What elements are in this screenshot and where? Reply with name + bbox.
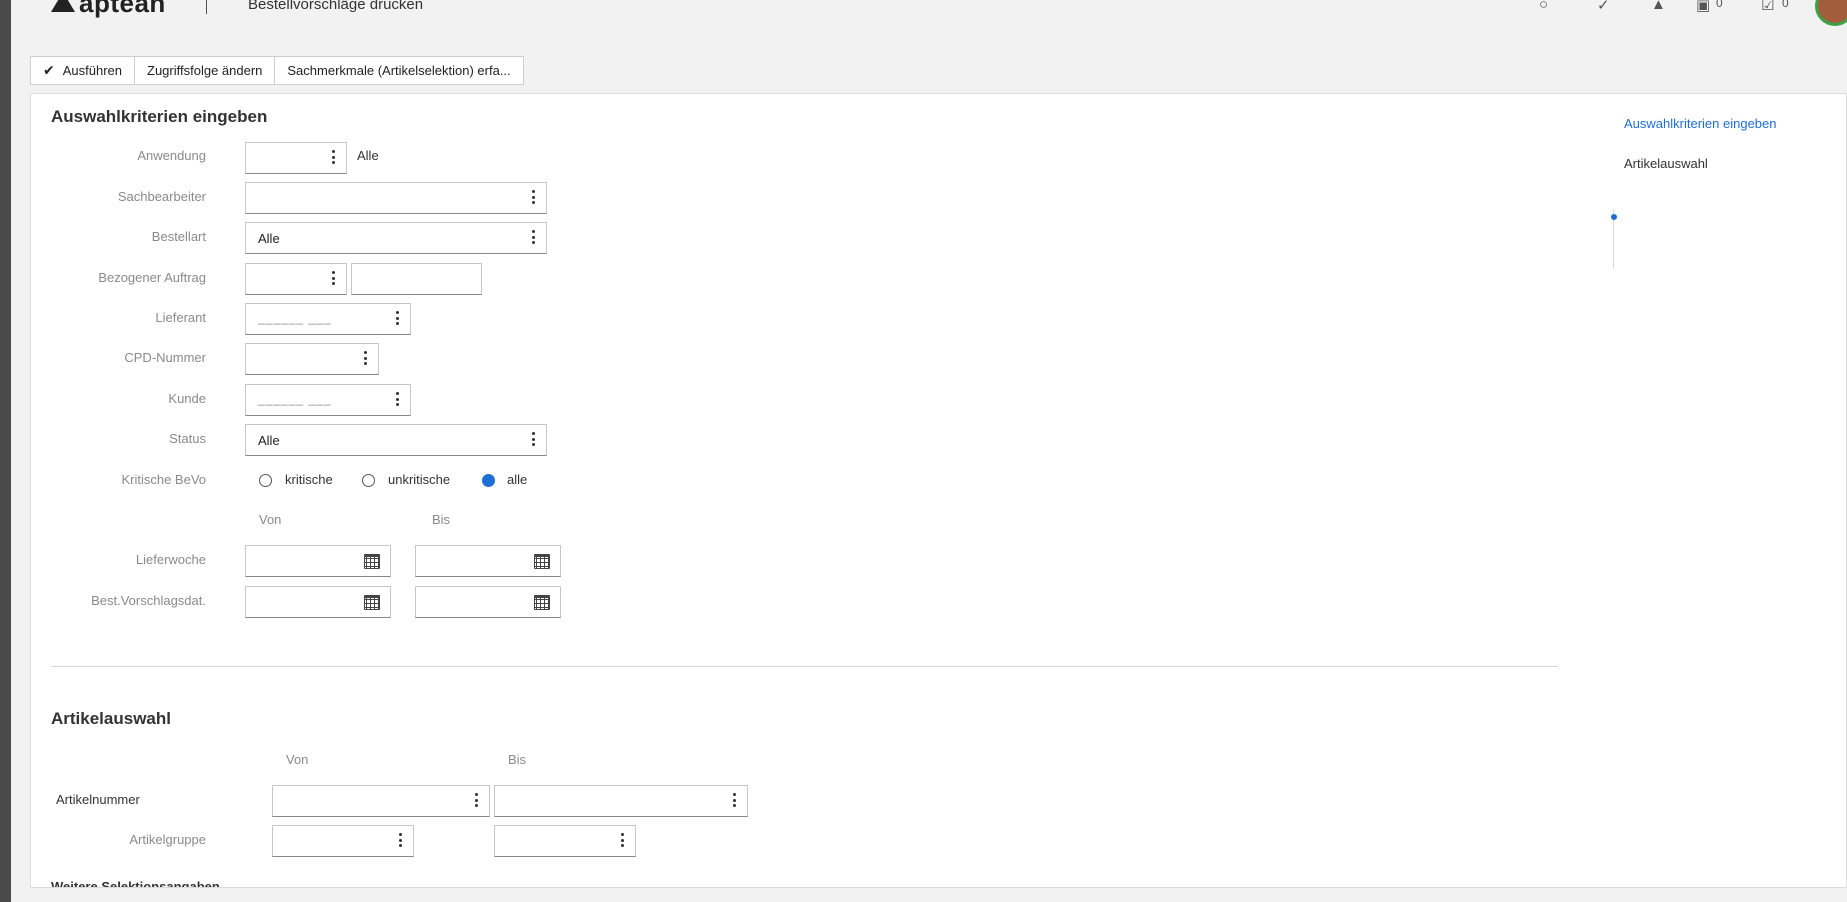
execute-button[interactable]: ✔ Ausführen: [30, 56, 135, 85]
sachbearbeiter-label: Sachbearbeiter: [117, 189, 206, 204]
bezogener-auftrag-type-field[interactable]: [245, 263, 347, 295]
calendar-icon[interactable]: [534, 554, 550, 569]
more-options-icon[interactable]: [396, 311, 400, 327]
header-separator: [206, 0, 207, 14]
sachbearbeiter-field[interactable]: [245, 182, 547, 214]
more-options-icon[interactable]: [396, 392, 400, 408]
anwendung-suffix: Alle: [357, 148, 379, 163]
lieferant-field[interactable]: ______ ___: [245, 303, 411, 335]
toolbar: ✔ Ausführen Zugriffsfolge ändern Sachmerk…: [30, 56, 524, 85]
bis-header: Bis: [432, 512, 451, 527]
calendar-icon[interactable]: [364, 595, 380, 610]
calendar-icon[interactable]: [534, 595, 550, 610]
radio-unkritische[interactable]: [362, 474, 375, 487]
more-options-icon[interactable]: [332, 150, 336, 166]
logo-mark-icon: [51, 0, 75, 12]
more-options-icon[interactable]: [733, 793, 737, 809]
anwendung-field[interactable]: [245, 142, 347, 174]
section-divider: [51, 666, 1558, 667]
bezogener-auftrag-number-field[interactable]: [351, 263, 482, 295]
inbox-count: 0: [1716, 0, 1723, 10]
artikelgruppe-label: Artikelgruppe: [129, 832, 206, 847]
more-options-icon[interactable]: [364, 351, 368, 367]
more-options-icon[interactable]: [532, 432, 536, 448]
tasks-count: 0: [1782, 0, 1789, 10]
bestellart-label: Bestellart: [151, 229, 206, 244]
inbox-icon[interactable]: ▣: [1696, 0, 1710, 14]
bezogener-auftrag-label: Bezogener Auftrag: [98, 270, 206, 285]
tasks-icon[interactable]: ☑: [1761, 0, 1774, 14]
aptean-logo[interactable]: aptean: [51, 0, 166, 19]
pin-icon[interactable]: ✓: [1597, 0, 1610, 14]
more-options-icon[interactable]: [332, 271, 336, 287]
kritische-bevo-label: Kritische BeVo: [121, 472, 206, 487]
search-icon[interactable]: ○: [1539, 0, 1548, 13]
section-title-artikelauswahl: Artikelauswahl: [51, 709, 171, 728]
app-header: aptean Bestellvorschläge drucken ○ ✓ ▲ ▣…: [11, 0, 1847, 40]
radio-alle[interactable]: [482, 474, 495, 487]
more-options-icon[interactable]: [532, 190, 536, 206]
bestvorschlagsdat-from-field[interactable]: [245, 586, 391, 618]
lieferwoche-label: Lieferwoche: [135, 552, 206, 567]
left-edge-bar: [0, 0, 11, 902]
features-selection-button[interactable]: Sachmerkmale (Artikelselektion) erfa...: [274, 56, 524, 85]
artikel-von-header: Von: [286, 752, 309, 767]
nav-item-artikelauswahl[interactable]: Artikelauswahl: [1624, 156, 1708, 171]
bestellart-select[interactable]: Alle: [245, 222, 547, 254]
kunde-field[interactable]: ______ ___: [245, 384, 411, 416]
more-options-icon[interactable]: [475, 793, 479, 809]
bestvorschlagsdat-to-field[interactable]: [415, 586, 561, 618]
more-options-icon[interactable]: [399, 833, 403, 849]
artikel-bis-header: Bis: [508, 752, 527, 767]
lieferwoche-from-field[interactable]: [245, 545, 391, 577]
main-panel: Auswahlkriterien eingeben Anwendung Alle…: [30, 93, 1847, 888]
bestvorschlagsdat-label: Best.Vorschlagsdat.: [91, 593, 206, 608]
artikelgruppe-to-field[interactable]: [494, 825, 636, 857]
nav-active-dot: [1611, 214, 1617, 220]
von-header: Von: [259, 512, 282, 527]
artikelnummer-from-field[interactable]: [272, 785, 490, 817]
lieferwoche-to-field[interactable]: [415, 545, 561, 577]
page-title: Bestellvorschläge drucken: [248, 0, 424, 13]
artikelnummer-label: Artikelnummer: [56, 792, 140, 807]
radio-kritische[interactable]: [259, 474, 272, 487]
weitere-selektionsangaben-title: Weitere Selektionsangaben: [51, 879, 220, 888]
anwendung-label: Anwendung: [137, 148, 206, 163]
change-sequence-button[interactable]: Zugriffsfolge ändern: [134, 56, 276, 85]
calendar-icon[interactable]: [364, 554, 380, 569]
cpd-nummer-label: CPD-Nummer: [124, 350, 206, 365]
status-select[interactable]: Alle: [245, 424, 547, 456]
more-options-icon[interactable]: [621, 833, 625, 849]
avatar[interactable]: [1815, 0, 1847, 26]
radio-unkritische-label[interactable]: unkritische: [388, 472, 450, 487]
lieferant-label: Lieferant: [155, 310, 206, 325]
status-label: Status: [169, 431, 206, 446]
bell-icon[interactable]: ▲: [1651, 0, 1666, 13]
artikelgruppe-from-field[interactable]: [272, 825, 414, 857]
checkmark-icon: ✔: [43, 62, 55, 78]
radio-alle-label[interactable]: alle: [507, 472, 527, 487]
section-title-criteria: Auswahlkriterien eingeben: [51, 107, 268, 126]
nav-item-criteria[interactable]: Auswahlkriterien eingeben: [1624, 116, 1776, 131]
radio-kritische-label[interactable]: kritische: [285, 472, 333, 487]
cpd-nummer-field[interactable]: [245, 343, 379, 375]
kunde-label: Kunde: [168, 391, 206, 406]
artikelnummer-to-field[interactable]: [494, 785, 748, 817]
more-options-icon[interactable]: [532, 230, 536, 246]
